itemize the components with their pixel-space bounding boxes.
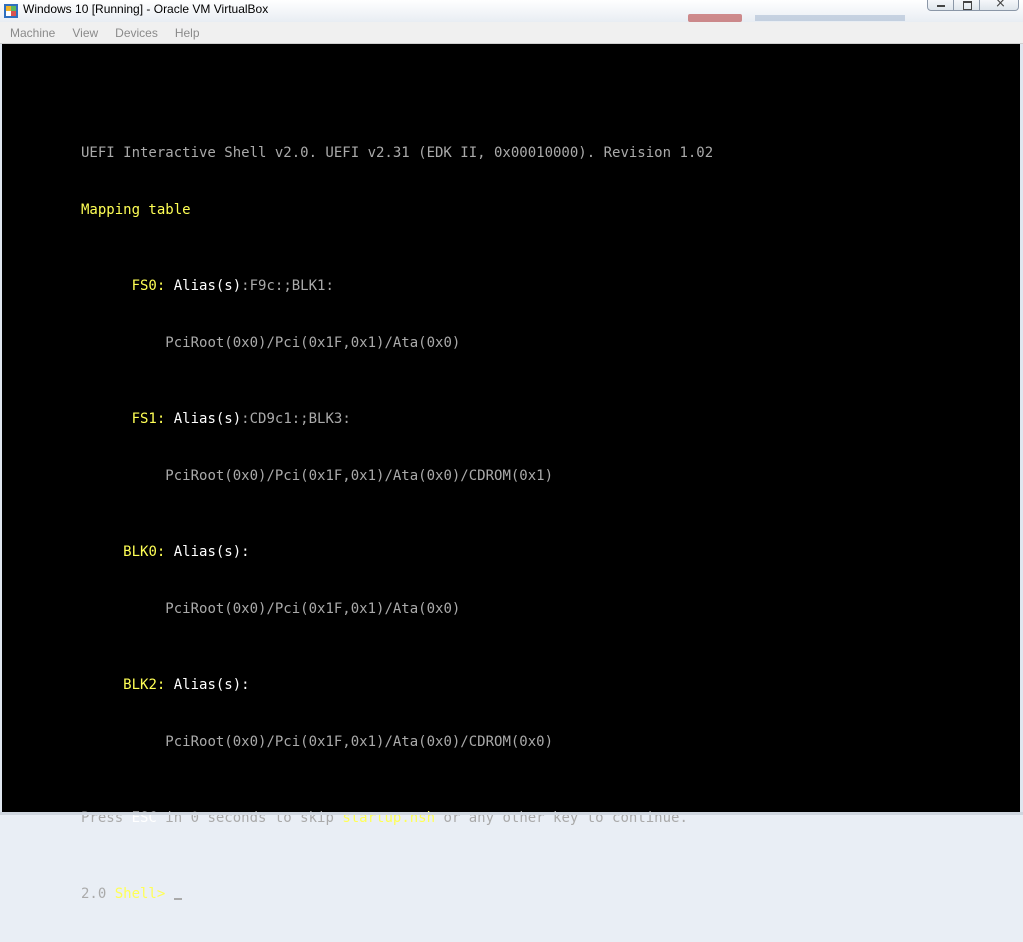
window-title: Windows 10 [Running] - Oracle VM Virtual… [23,2,269,16]
mapping-entry-fs1: FS1: Alias(s):CD9c1:;BLK3: [131,411,351,427]
uefi-shell-output: UEFI Interactive Shell v2.0. UEFI v2.31 … [81,106,713,942]
minimize-icon[interactable] [927,0,954,11]
mapping-entry-blk2: BLK2: Alias(s): [123,677,250,693]
device-name: BLK2 [123,677,157,693]
mapping-entry-fs0: FS0: Alias(s):F9c:;BLK1: [131,278,334,294]
device-name: FS1 [131,411,157,427]
alias-label: Alias(s) [173,677,242,693]
virtualbox-window: Windows 10 [Running] - Oracle VM Virtual… [0,0,1023,902]
alias-label: Alias(s) [173,411,242,427]
alias-value: :F9c:;BLK1: [241,278,334,294]
alias-label: Alias(s) [173,278,242,294]
alias-value: : [241,677,250,693]
virtualbox-icon [4,4,18,18]
alias-label: Alias(s) [173,544,242,560]
menu-view[interactable]: View [62,23,105,43]
menu-help[interactable]: Help [165,23,207,43]
alias-value: :CD9c1:;BLK3: [241,411,351,427]
shell-prompt-label: Shell> [114,886,174,902]
device-name: FS0 [131,278,157,294]
device-path-blk0: PciRoot(0x0)/Pci(0x1F,0x1)/Ata(0x0) [165,601,461,617]
device-path-blk2: PciRoot(0x0)/Pci(0x1F,0x1)/Ata(0x0)/CDRO… [165,734,554,750]
maximize-icon[interactable] [953,0,980,11]
alias-value: : [241,544,250,560]
menu-devices[interactable]: Devices [105,23,165,43]
background-window-fragment [688,14,742,22]
menu-machine[interactable]: Machine [0,23,62,43]
text-cursor [173,898,182,900]
vm-display[interactable]: UEFI Interactive Shell v2.0. UEFI v2.31 … [2,44,1020,902]
menu-bar: Machine View Devices Help [0,22,1023,44]
shell-prompt[interactable]: 2.0 Shell> [81,885,713,904]
close-icon[interactable] [979,0,1019,11]
window-controls [927,0,1019,12]
device-name: BLK0 [123,544,157,560]
mapping-title: Mapping table [81,202,191,218]
title-bar[interactable]: Windows 10 [Running] - Oracle VM Virtual… [0,0,1023,23]
shell-header: UEFI Interactive Shell v2.0. UEFI v2.31 … [81,145,714,161]
mapping-entry-blk0: BLK0: Alias(s): [123,544,250,560]
shell-version: 2.0 [81,886,115,902]
device-path-fs0: PciRoot(0x0)/Pci(0x1F,0x1)/Ata(0x0) [165,335,461,351]
background-window-fragment-text [755,15,905,21]
device-path-fs1: PciRoot(0x0)/Pci(0x1F,0x1)/Ata(0x0)/CDRO… [165,468,554,484]
